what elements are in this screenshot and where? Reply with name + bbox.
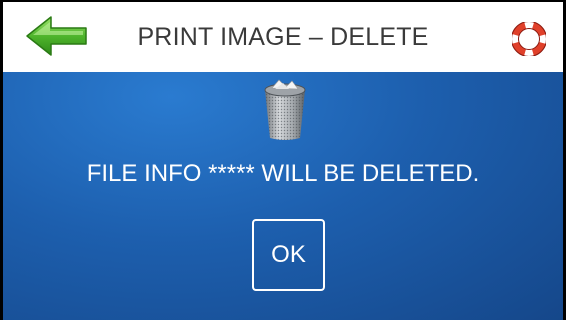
lifebuoy-help-icon <box>511 21 547 57</box>
trash-can-icon <box>259 78 311 142</box>
page-title: PRINT IMAGE – DELETE <box>137 23 429 51</box>
dialog-panel: FILE INFO ***** WILL BE DELETED. OK <box>3 72 563 320</box>
back-arrow-icon <box>26 16 87 56</box>
back-button[interactable] <box>25 14 89 58</box>
ok-button-label: OK <box>271 241 306 268</box>
delete-message: FILE INFO ***** WILL BE DELETED. <box>86 160 480 187</box>
header-bar: PRINT IMAGE – DELETE <box>3 2 563 72</box>
screen: PRINT IMAGE – DELETE FILE INFO ***** WIL… <box>3 2 563 320</box>
help-button[interactable] <box>511 21 547 57</box>
ok-button[interactable]: OK <box>252 219 325 291</box>
